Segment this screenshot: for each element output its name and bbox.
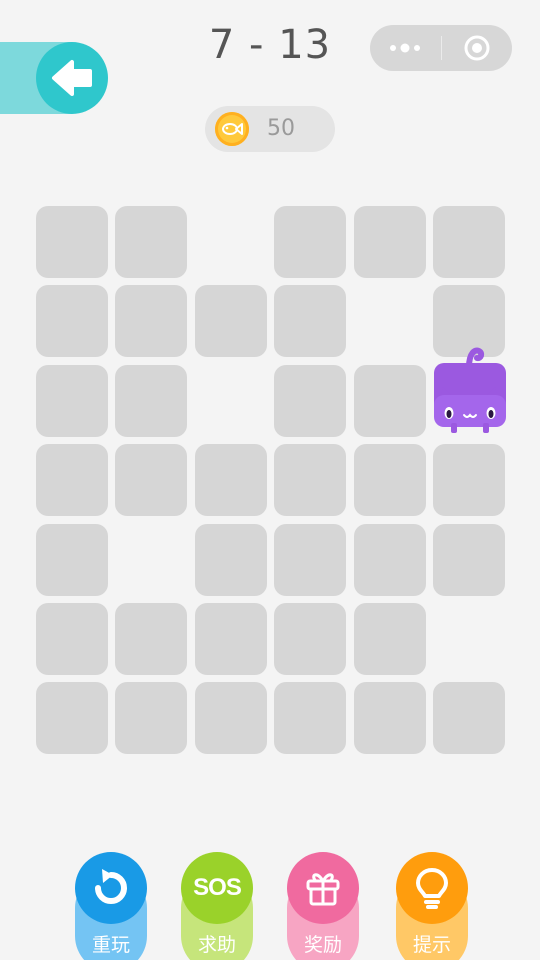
cat-character[interactable]	[433, 343, 507, 451]
reward-label: 奖励	[303, 934, 342, 956]
more-dots-icon	[390, 43, 421, 53]
grid-tile[interactable]	[115, 365, 187, 437]
grid-tile[interactable]	[36, 524, 108, 596]
grid-tile[interactable]	[274, 524, 346, 596]
hint-label: 提示	[412, 934, 451, 956]
replay-arrow-icon	[75, 852, 147, 924]
reward-button[interactable]: 奖励	[287, 852, 359, 960]
grid-tile[interactable]	[274, 285, 346, 357]
grid-tile[interactable]	[115, 444, 187, 516]
sos-label: 求助	[197, 934, 236, 956]
grid-tile[interactable]	[36, 603, 108, 675]
grid-tile[interactable]	[274, 603, 346, 675]
grid-tile[interactable]	[36, 444, 108, 516]
grid-tile[interactable]	[36, 285, 108, 357]
close-button[interactable]	[442, 25, 513, 71]
grid-tile[interactable]	[274, 682, 346, 754]
sos-icon-text: SOS	[193, 874, 242, 901]
grid-tile[interactable]	[274, 444, 346, 516]
grid-tile[interactable]	[433, 444, 505, 516]
grid-tile[interactable]	[354, 603, 426, 675]
replay-button[interactable]: 重玩	[75, 852, 147, 960]
level-title: 7 - 13	[208, 22, 332, 68]
grid-tile[interactable]	[354, 206, 426, 278]
replay-label: 重玩	[91, 934, 130, 956]
coin-counter: 50	[205, 106, 335, 152]
left-arrow-icon	[52, 60, 92, 96]
fish-coin-icon	[215, 112, 249, 146]
sos-icon: SOS	[181, 852, 253, 924]
grid-tile[interactable]	[36, 682, 108, 754]
game-screen: 7 - 13 50 重玩 SOS 求助 奖励 提示	[0, 0, 540, 960]
grid-tile[interactable]	[354, 444, 426, 516]
grid-tile[interactable]	[195, 682, 267, 754]
grid-tile[interactable]	[274, 365, 346, 437]
grid-tile[interactable]	[115, 603, 187, 675]
grid-tile[interactable]	[354, 682, 426, 754]
grid-tile[interactable]	[115, 206, 187, 278]
grid-tile[interactable]	[36, 365, 108, 437]
grid-tile[interactable]	[195, 524, 267, 596]
grid-tile[interactable]	[354, 524, 426, 596]
mini-program-capsule	[370, 25, 512, 71]
grid-tile[interactable]	[195, 444, 267, 516]
grid-tile[interactable]	[433, 524, 505, 596]
grid-tile[interactable]	[115, 285, 187, 357]
hint-button[interactable]: 提示	[396, 852, 468, 960]
grid-tile[interactable]	[274, 206, 346, 278]
grid-tile[interactable]	[36, 206, 108, 278]
grid-tile[interactable]	[433, 682, 505, 754]
coin-value: 50	[267, 116, 295, 141]
grid-tile[interactable]	[195, 603, 267, 675]
lightbulb-icon	[396, 852, 468, 924]
grid-tile[interactable]	[433, 206, 505, 278]
more-button[interactable]	[370, 25, 441, 71]
sos-button[interactable]: SOS 求助	[181, 852, 253, 960]
grid-tile[interactable]	[354, 365, 426, 437]
target-circle-icon	[464, 35, 490, 61]
grid-tile[interactable]	[115, 682, 187, 754]
gift-icon	[287, 852, 359, 924]
grid-tile[interactable]	[195, 285, 267, 357]
back-button[interactable]	[36, 42, 108, 114]
